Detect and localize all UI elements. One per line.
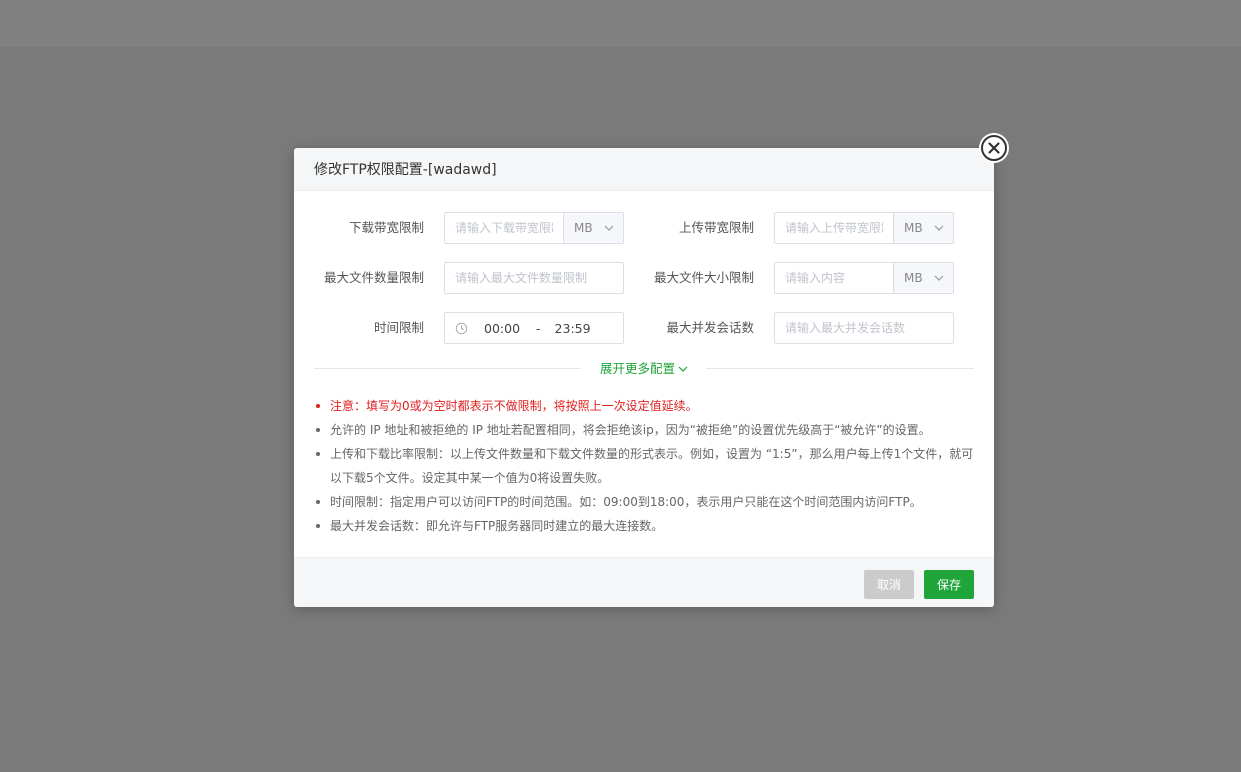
max-file-count-input[interactable] <box>445 263 623 293</box>
expand-more-config-link[interactable]: 展开更多配置 <box>600 360 689 378</box>
max-file-size-field: MB <box>774 262 954 294</box>
max-file-size-unit-select[interactable]: MB <box>893 263 953 293</box>
note-item: 上传和下载比率限制：以上传文件数量和下载文件数量的形式表示。例如，设置为 “1:… <box>314 442 974 490</box>
download-limit-field: MB <box>444 212 624 244</box>
dialog-header: 修改FTP权限配置-[wadawd] <box>294 148 994 191</box>
download-limit-input[interactable] <box>445 213 563 243</box>
max-sessions-input[interactable] <box>775 313 953 343</box>
time-range-picker[interactable]: 00:00 - 23:59 <box>444 312 624 344</box>
max-file-size-input[interactable] <box>775 263 893 293</box>
ftp-permission-dialog: 修改FTP权限配置-[wadawd] 下载带宽限制 MB 上传带宽限制 MB <box>294 148 994 607</box>
help-notes-list: 注意：填写为0或为空时都表示不做限制，将按照上一次设定值延续。 允许的 IP 地… <box>314 394 974 538</box>
download-limit-unit-select[interactable]: MB <box>563 213 623 243</box>
cancel-button[interactable]: 取消 <box>864 570 914 599</box>
close-dialog-button[interactable] <box>979 133 1009 163</box>
upload-limit-input[interactable] <box>775 213 893 243</box>
note-item: 允许的 IP 地址和被拒绝的 IP 地址若配置相同，将会拒绝该ip，因为“被拒绝… <box>314 418 974 442</box>
page-top-bar <box>0 0 1241 47</box>
close-icon <box>981 135 1007 161</box>
time-end-value[interactable]: 23:59 <box>555 321 591 336</box>
max-sessions-label: 最大并发会话数 <box>666 320 754 335</box>
upload-limit-label: 上传带宽限制 <box>678 220 754 235</box>
upload-limit-unit: MB <box>904 221 923 235</box>
expand-more-config-label: 展开更多配置 <box>600 361 676 376</box>
chevron-down-icon <box>678 366 688 372</box>
dialog-title: 修改FTP权限配置-[wadawd] <box>314 162 497 178</box>
download-limit-label: 下载带宽限制 <box>348 220 424 235</box>
max-file-size-label: 最大文件大小限制 <box>653 270 754 285</box>
dialog-footer: 取消 保存 <box>294 557 994 607</box>
max-file-count-label: 最大文件数量限制 <box>323 270 424 285</box>
max-file-count-field <box>444 262 624 294</box>
time-start-value[interactable]: 00:00 <box>484 321 520 336</box>
chevron-down-icon <box>934 225 944 231</box>
time-limit-label: 时间限制 <box>373 320 424 335</box>
form-row-bandwidth: 下载带宽限制 MB 上传带宽限制 MB <box>294 212 994 244</box>
upload-limit-field: MB <box>774 212 954 244</box>
note-item: 注意：填写为0或为空时都表示不做限制，将按照上一次设定值延续。 <box>314 394 974 418</box>
chevron-down-icon <box>934 275 944 281</box>
upload-limit-unit-select[interactable]: MB <box>893 213 953 243</box>
max-file-size-unit: MB <box>904 271 923 285</box>
clock-icon <box>455 322 468 334</box>
time-range-separator: - <box>536 320 541 336</box>
form-row-time-sessions: 时间限制 00:00 - 23:59 最大并发会话数 <box>294 312 994 344</box>
download-limit-unit: MB <box>574 221 593 235</box>
divider-left <box>314 368 581 369</box>
chevron-down-icon <box>604 225 614 231</box>
form-row-file-limits: 最大文件数量限制 最大文件大小限制 MB <box>294 262 994 294</box>
max-sessions-field <box>774 312 954 344</box>
divider-right <box>706 368 974 369</box>
save-button[interactable]: 保存 <box>924 570 974 599</box>
note-item: 时间限制：指定用户可以访问FTP的时间范围。如：09:00到18:00，表示用户… <box>314 490 974 514</box>
note-item: 最大并发会话数：即允许与FTP服务器同时建立的最大连接数。 <box>314 514 974 538</box>
